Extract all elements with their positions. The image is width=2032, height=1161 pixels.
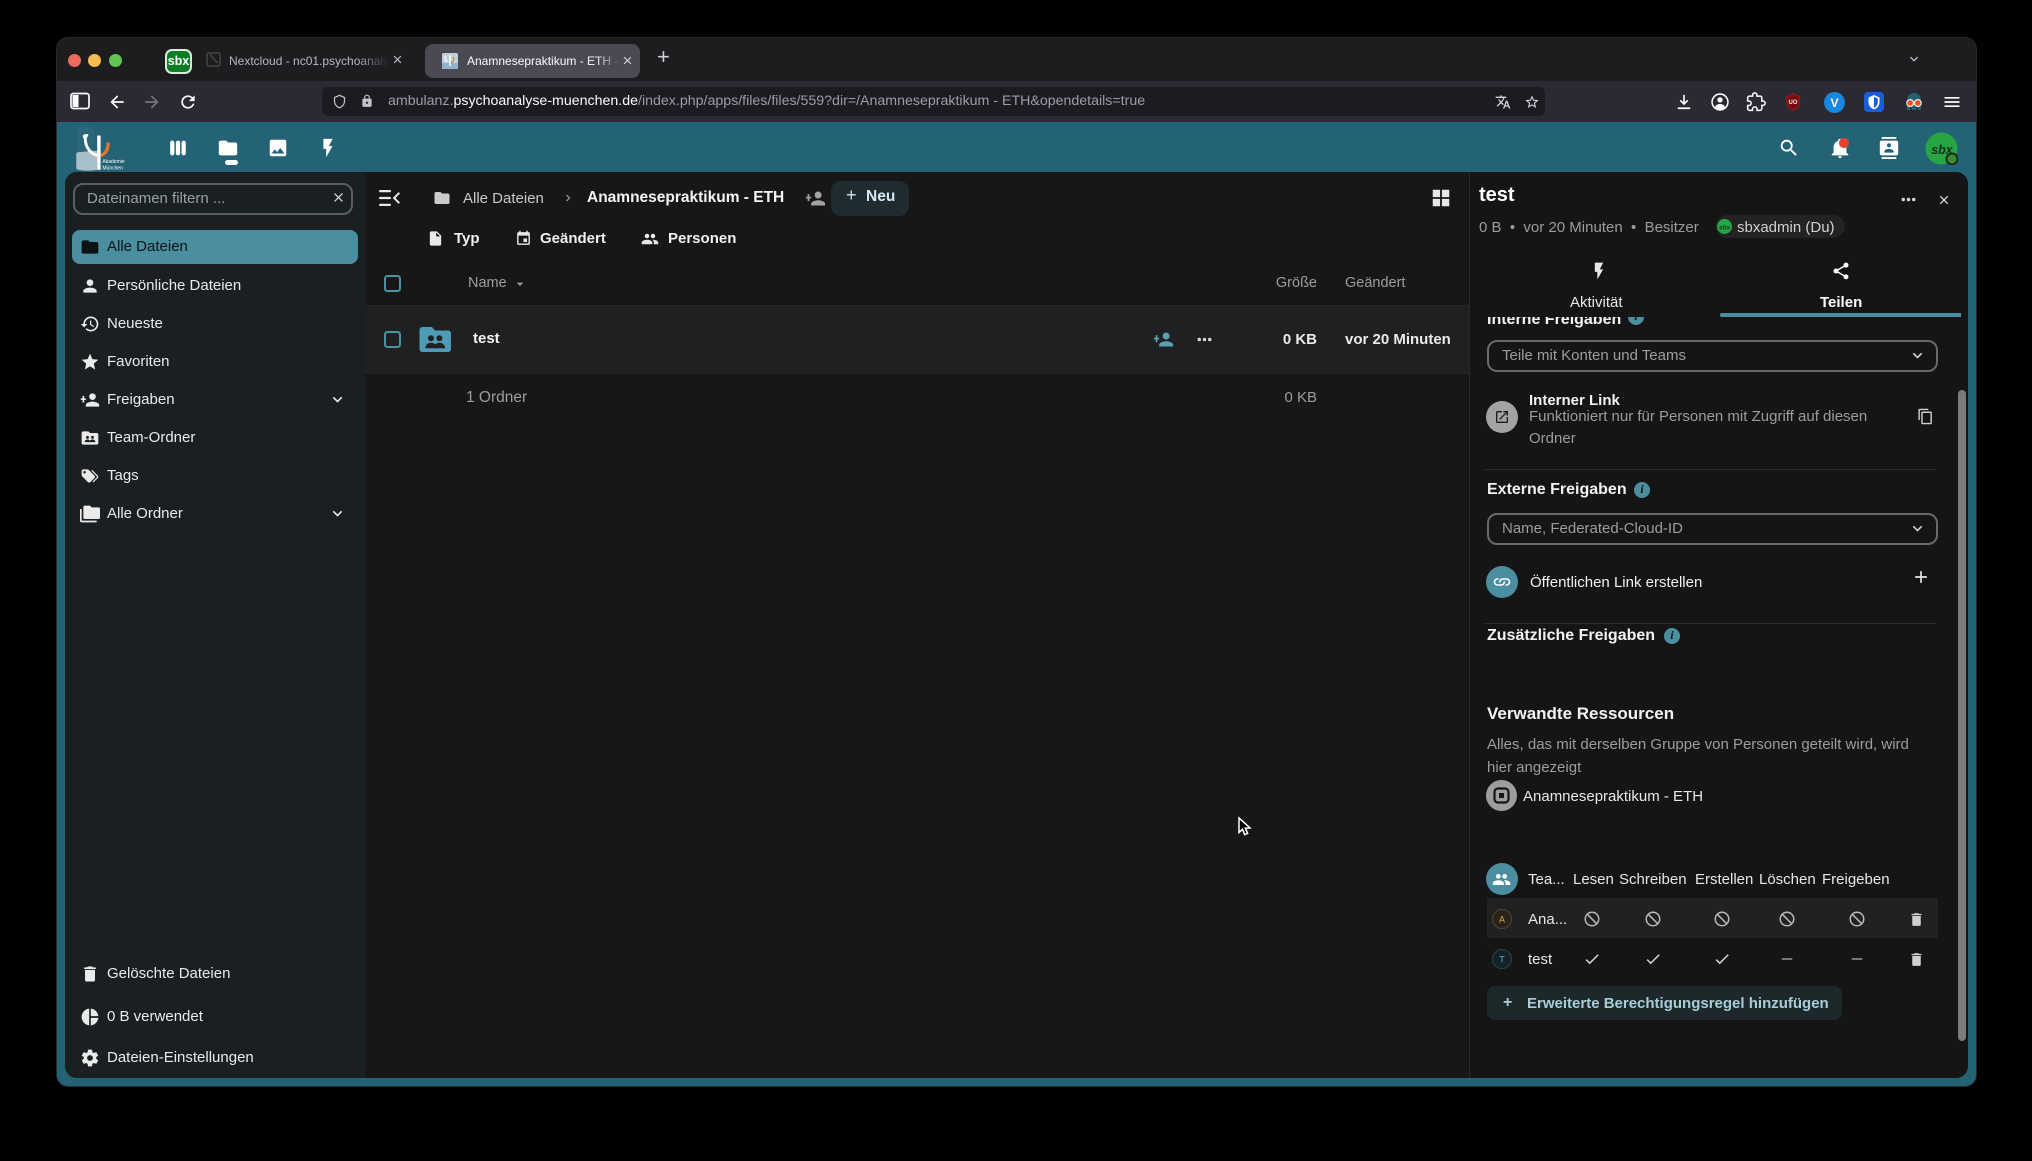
svg-text:Akademie: Akademie <box>102 159 124 165</box>
svg-text:T: T <box>1499 955 1505 965</box>
svg-text:A: A <box>1499 915 1505 925</box>
svg-text:sbx: sbx <box>1719 225 1731 232</box>
svg-text:UO: UO <box>1789 100 1798 106</box>
svg-text:München: München <box>102 165 123 171</box>
svg-text:V: V <box>1830 96 1838 110</box>
svg-text:sbx: sbx <box>1912 107 1917 111</box>
